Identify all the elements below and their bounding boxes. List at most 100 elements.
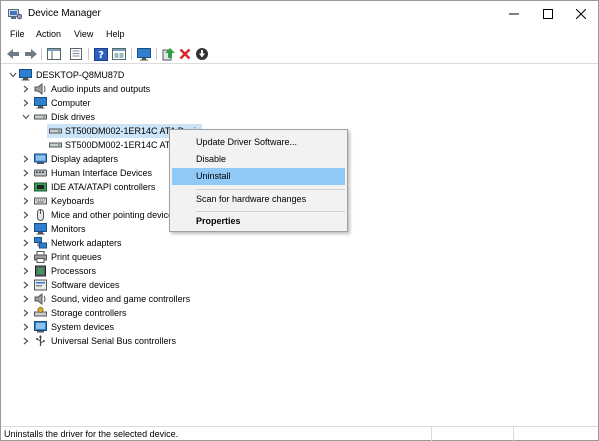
tree-item-print-queues[interactable]: Print queues	[1, 250, 598, 264]
ctx-scan-hardware-changes[interactable]: Scan for hardware changes	[172, 191, 345, 208]
view-icon	[112, 48, 126, 60]
tree-item-network-adapters[interactable]: Network adapters	[1, 236, 598, 250]
context-menu: Update Driver Software... Disable Uninst…	[169, 129, 348, 232]
uninstall-device-button[interactable]	[177, 46, 193, 62]
expand-chevron-icon[interactable]	[21, 154, 30, 163]
tree-item-audio-inputs-outputs[interactable]: Audio inputs and outputs	[1, 82, 598, 96]
expand-chevron-icon[interactable]	[21, 266, 30, 275]
forward-button[interactable]	[23, 46, 39, 62]
back-button[interactable]	[5, 46, 21, 62]
show-hide-console-tree-button[interactable]	[46, 46, 62, 62]
toolbar: ?	[1, 44, 598, 64]
menu-view[interactable]: View	[74, 28, 93, 43]
update-driver-button[interactable]	[161, 46, 177, 62]
svg-text:?: ?	[98, 50, 104, 61]
collapse-chevron-icon[interactable]	[21, 112, 30, 121]
expand-chevron-icon[interactable]	[21, 224, 30, 233]
expand-chevron-icon[interactable]	[21, 182, 30, 191]
ctx-properties[interactable]: Properties	[172, 213, 345, 230]
usb-icon	[36, 335, 45, 346]
menu-file[interactable]: File	[10, 28, 25, 43]
software-device-icon	[34, 279, 47, 291]
properties-button[interactable]	[68, 46, 84, 62]
mouse-icon	[37, 209, 44, 221]
back-icon	[7, 49, 19, 59]
minimize-icon	[509, 13, 519, 15]
expand-chevron-icon[interactable]	[21, 336, 30, 345]
tree-item-label: Mice and other pointing devices	[51, 210, 178, 220]
tree-item-usb-controllers[interactable]: Universal Serial Bus controllers	[1, 334, 598, 348]
tree-item-system-devices[interactable]: System devices	[1, 320, 598, 334]
status-pane-divider	[431, 427, 432, 441]
device-manager-icon	[8, 9, 22, 20]
expand-chevron-icon[interactable]	[21, 168, 30, 177]
collapse-chevron-icon[interactable]	[8, 70, 17, 79]
tree-item-label: Disk drives	[51, 112, 96, 122]
expand-chevron-icon[interactable]	[21, 322, 30, 331]
title-bar: Device Manager	[1, 1, 598, 27]
hid-icon	[34, 169, 47, 177]
ctx-update-driver-software[interactable]: Update Driver Software...	[172, 134, 345, 151]
tree-item-disk-drives[interactable]: Disk drives	[1, 110, 598, 124]
tree-item-label: Human Interface Devices	[51, 168, 153, 178]
monitor-icon	[34, 223, 47, 235]
menu-action[interactable]: Action	[36, 28, 61, 43]
tree-item-label: Universal Serial Bus controllers	[51, 336, 177, 346]
ctx-separator	[196, 211, 345, 212]
maximize-button[interactable]	[531, 1, 565, 27]
tree-root-label: DESKTOP-Q8MU87D	[36, 70, 125, 80]
tree-root-row[interactable]: DESKTOP-Q8MU87D	[1, 68, 598, 82]
controller-icon	[34, 182, 47, 192]
tree-item-label: Storage controllers	[51, 308, 127, 318]
tree-item-label: Sound, video and game controllers	[51, 294, 191, 304]
expand-chevron-icon[interactable]	[21, 308, 30, 317]
properties-icon	[70, 48, 82, 60]
minimize-button[interactable]	[497, 1, 531, 27]
device-manager-window: Device Manager File Action View Help ? D…	[0, 0, 599, 441]
update-driver-icon	[162, 47, 175, 60]
speaker-icon	[34, 293, 46, 305]
ctx-uninstall[interactable]: Uninstall	[172, 168, 345, 185]
forward-icon	[25, 49, 37, 59]
toolbar-separator	[131, 48, 132, 60]
expand-chevron-icon[interactable]	[21, 280, 30, 289]
tree-item-software-devices[interactable]: Software devices	[1, 278, 598, 292]
display-adapter-icon	[34, 153, 47, 164]
ctx-disable[interactable]: Disable	[172, 151, 345, 168]
expand-chevron-icon[interactable]	[21, 294, 30, 303]
toolbar-separator	[156, 48, 157, 60]
tree-item-storage-controllers[interactable]: Storage controllers	[1, 306, 598, 320]
menu-help[interactable]: Help	[106, 28, 125, 43]
expand-chevron-icon[interactable]	[21, 252, 30, 261]
view-button[interactable]	[111, 46, 127, 62]
expand-chevron-icon[interactable]	[21, 196, 30, 205]
tree-item-processors[interactable]: Processors	[1, 264, 598, 278]
status-bar: Uninstalls the driver for the selected d…	[1, 426, 598, 441]
ctx-separator	[196, 189, 345, 190]
tree-item-label: Monitors	[51, 224, 86, 234]
scan-hardware-button[interactable]	[194, 46, 210, 62]
close-button[interactable]	[564, 1, 598, 27]
expand-chevron-icon[interactable]	[21, 238, 30, 247]
printer-icon	[34, 251, 47, 263]
expand-chevron-icon[interactable]	[21, 84, 30, 93]
help-button[interactable]: ?	[93, 46, 109, 62]
tree-item-computer[interactable]: Computer	[1, 96, 598, 110]
expand-chevron-icon[interactable]	[21, 98, 30, 107]
toolbar-separator	[88, 48, 89, 60]
device-tree: DESKTOP-Q8MU87D Audio inputs and outputs…	[1, 66, 598, 426]
expand-chevron-icon[interactable]	[21, 210, 30, 219]
tree-item-sound-video-game[interactable]: Sound, video and game controllers	[1, 292, 598, 306]
network-adapter-icon	[34, 237, 47, 249]
monitor-button[interactable]	[136, 46, 152, 62]
computer-icon	[19, 69, 32, 81]
monitor-icon	[137, 47, 151, 60]
status-text: Uninstalls the driver for the selected d…	[4, 429, 179, 439]
system-device-icon	[34, 321, 47, 333]
tree-item-label: Processors	[51, 266, 97, 276]
disk-drive-icon	[34, 114, 47, 120]
computer-icon	[34, 97, 47, 109]
close-icon	[576, 9, 586, 19]
disk-drive-icon	[49, 128, 62, 134]
disk-drive-icon	[49, 142, 62, 148]
